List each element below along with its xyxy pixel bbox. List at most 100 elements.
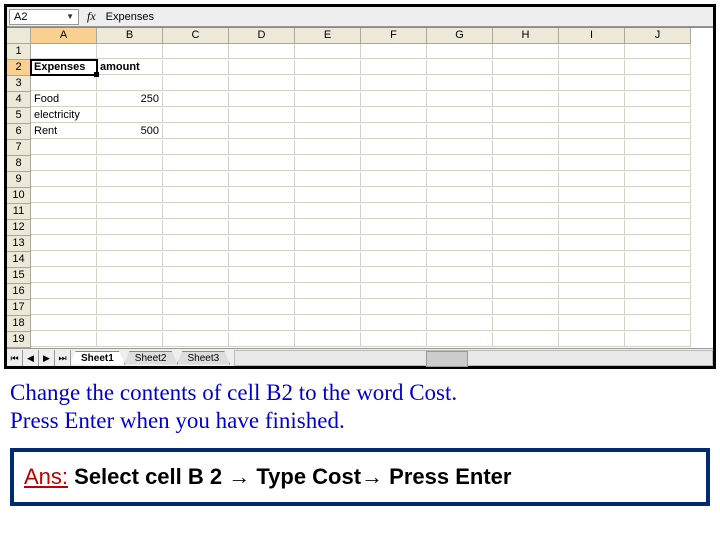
cell-E16[interactable] [295,284,361,299]
col-header-I[interactable]: I [559,28,625,44]
cell-J7[interactable] [625,140,691,155]
cell-D11[interactable] [229,204,295,219]
cell-G18[interactable] [427,316,493,331]
cell-J11[interactable] [625,204,691,219]
cell-F5[interactable] [361,108,427,123]
cell-I3[interactable] [559,76,625,91]
row-header-2[interactable]: 2 [7,60,31,76]
cell-B7[interactable] [97,140,163,155]
col-header-A[interactable]: A [31,28,97,44]
cell-I18[interactable] [559,316,625,331]
cell-B19[interactable] [97,332,163,347]
name-box[interactable]: A2 ▼ [9,9,79,25]
cell-F18[interactable] [361,316,427,331]
formula-bar-value[interactable]: Expenses [102,11,158,23]
col-header-H[interactable]: H [493,28,559,44]
cell-D8[interactable] [229,156,295,171]
cell-B4[interactable]: 250 [97,92,163,107]
cell-E9[interactable] [295,172,361,187]
cell-J17[interactable] [625,300,691,315]
cell-A6[interactable]: Rent [31,124,97,139]
cell-H16[interactable] [493,284,559,299]
cell-C14[interactable] [163,252,229,267]
tab-nav-last-icon[interactable]: ⏭ [55,350,71,366]
cell-D7[interactable] [229,140,295,155]
cell-J18[interactable] [625,316,691,331]
cell-F10[interactable] [361,188,427,203]
row-header-9[interactable]: 9 [7,172,31,188]
cell-E19[interactable] [295,332,361,347]
cell-F11[interactable] [361,204,427,219]
cell-G16[interactable] [427,284,493,299]
cell-C19[interactable] [163,332,229,347]
cell-D5[interactable] [229,108,295,123]
row-header-3[interactable]: 3 [7,76,31,92]
cell-F2[interactable] [361,60,427,75]
col-header-G[interactable]: G [427,28,493,44]
cell-E11[interactable] [295,204,361,219]
cell-H3[interactable] [493,76,559,91]
cell-I8[interactable] [559,156,625,171]
row-header-13[interactable]: 13 [7,236,31,252]
cell-G17[interactable] [427,300,493,315]
cell-F9[interactable] [361,172,427,187]
cell-A19[interactable] [31,332,97,347]
cell-G8[interactable] [427,156,493,171]
cell-J3[interactable] [625,76,691,91]
cell-J5[interactable] [625,108,691,123]
cell-J10[interactable] [625,188,691,203]
cell-A13[interactable] [31,236,97,251]
col-header-E[interactable]: E [295,28,361,44]
cell-F8[interactable] [361,156,427,171]
col-header-F[interactable]: F [361,28,427,44]
cell-A1[interactable] [31,44,97,59]
cell-B2[interactable]: amount [97,60,163,75]
cell-D15[interactable] [229,268,295,283]
cell-A12[interactable] [31,220,97,235]
cell-D13[interactable] [229,236,295,251]
cell-H1[interactable] [493,44,559,59]
row-header-11[interactable]: 11 [7,204,31,220]
cell-H7[interactable] [493,140,559,155]
cell-B16[interactable] [97,284,163,299]
cell-G14[interactable] [427,252,493,267]
cell-A11[interactable] [31,204,97,219]
row-header-7[interactable]: 7 [7,140,31,156]
row-header-16[interactable]: 16 [7,284,31,300]
cell-J14[interactable] [625,252,691,267]
cell-I11[interactable] [559,204,625,219]
cell-C9[interactable] [163,172,229,187]
row-header-14[interactable]: 14 [7,252,31,268]
cell-D14[interactable] [229,252,295,267]
cell-E18[interactable] [295,316,361,331]
cell-J4[interactable] [625,92,691,107]
row-header-15[interactable]: 15 [7,268,31,284]
cell-E2[interactable] [295,60,361,75]
cell-E10[interactable] [295,188,361,203]
cell-G7[interactable] [427,140,493,155]
cell-G5[interactable] [427,108,493,123]
cell-B15[interactable] [97,268,163,283]
cell-B6[interactable]: 500 [97,124,163,139]
cell-E8[interactable] [295,156,361,171]
cell-H4[interactable] [493,92,559,107]
cell-H10[interactable] [493,188,559,203]
cell-C12[interactable] [163,220,229,235]
cell-H6[interactable] [493,124,559,139]
cell-I15[interactable] [559,268,625,283]
cell-A2[interactable]: Expenses [31,60,97,75]
cell-I17[interactable] [559,300,625,315]
row-header-10[interactable]: 10 [7,188,31,204]
cell-E1[interactable] [295,44,361,59]
cell-I16[interactable] [559,284,625,299]
cell-D4[interactable] [229,92,295,107]
cell-I2[interactable] [559,60,625,75]
cell-C7[interactable] [163,140,229,155]
cell-E7[interactable] [295,140,361,155]
cell-J13[interactable] [625,236,691,251]
sheet-tab-3[interactable]: Sheet3 [177,351,231,365]
cell-F17[interactable] [361,300,427,315]
cell-E15[interactable] [295,268,361,283]
cell-F3[interactable] [361,76,427,91]
cell-F1[interactable] [361,44,427,59]
